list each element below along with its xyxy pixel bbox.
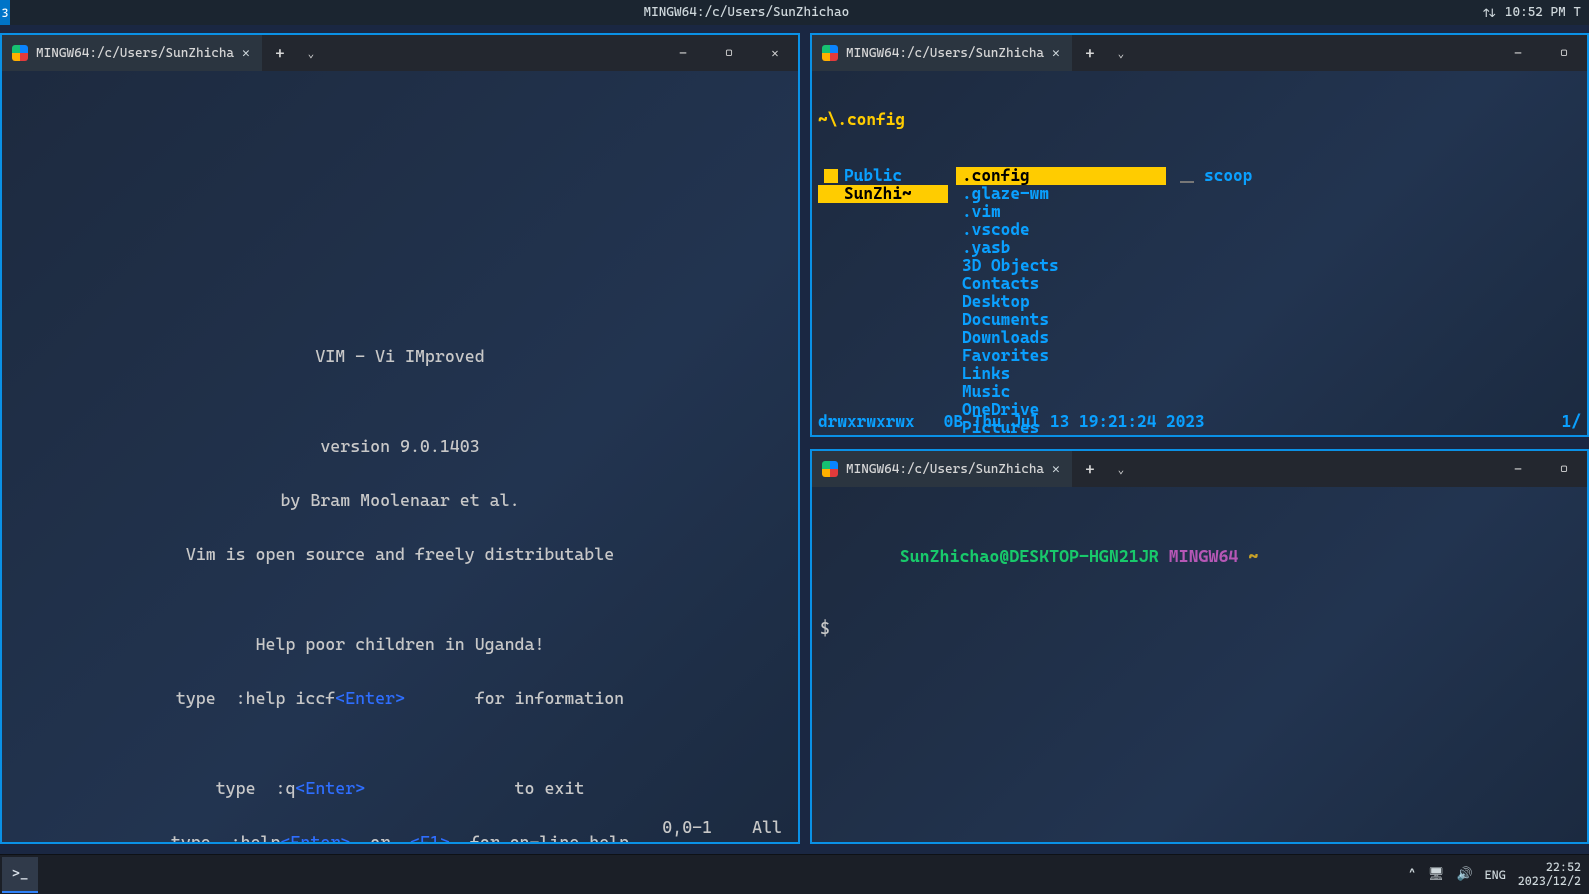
vim-cursor-pos: 0,0-1 xyxy=(662,818,712,836)
tab-vim[interactable]: MINGW64:/c/Users/SunZhicha ✕ xyxy=(2,35,262,71)
list-item[interactable]: Favorites xyxy=(956,347,1166,365)
wm-clock: 10:52 PM T xyxy=(1505,5,1581,20)
tray-volume-icon[interactable]: 🔊 xyxy=(1456,867,1472,882)
shell-prompt-line: SunZhichao@DESKTOP-HGN21JR MINGW64 ~ xyxy=(820,529,1579,583)
tray-chevron-icon[interactable]: ^ xyxy=(1408,867,1416,882)
ranger-preview-column[interactable]: scoop xyxy=(1174,167,1581,435)
list-item[interactable]: Music xyxy=(956,383,1166,401)
vim-line: VIM - Vi IMproved xyxy=(2,347,798,365)
new-tab-button[interactable]: + xyxy=(262,44,298,63)
ranger-status-left: drwxrwxrwx 0B Thu Jul 13 19:21:24 2023 xyxy=(818,413,1205,431)
list-item[interactable]: Downloads xyxy=(956,329,1166,347)
vim-line: type :help iccf<Enter> for information xyxy=(2,689,798,707)
minimize-button[interactable]: — xyxy=(660,35,706,71)
vim-buffer[interactable]: VIM - Vi IMproved version 9.0.1403 by Br… xyxy=(2,71,798,842)
list-item[interactable]: .yasb xyxy=(956,239,1166,257)
list-item[interactable]: SunZhi~ xyxy=(818,185,948,203)
list-item[interactable]: .config xyxy=(956,167,1166,185)
terminal-icon: >_ xyxy=(12,866,28,882)
terminal-app-icon xyxy=(12,45,28,61)
ranger-path: ~\.config xyxy=(818,111,1581,129)
maximize-button[interactable]: ▢ xyxy=(1541,35,1587,71)
titlebar: MINGW64:/c/Users/SunZhicha ✕ + ⌄ — ▢ xyxy=(812,35,1587,71)
vim-line: version 9.0.1403 xyxy=(2,437,798,455)
list-item[interactable]: Desktop xyxy=(956,293,1166,311)
close-tab-icon[interactable]: ✕ xyxy=(242,46,250,61)
close-tab-icon[interactable]: ✕ xyxy=(1052,462,1060,477)
list-item[interactable]: Public xyxy=(818,167,948,185)
tab-menu-button[interactable]: ⌄ xyxy=(298,47,324,60)
ranger-view[interactable]: ~\.config PublicSunZhi~ .config.glaze-wm… xyxy=(812,71,1587,435)
tab-ranger[interactable]: MINGW64:/c/Users/SunZhicha ✕ xyxy=(812,35,1072,71)
tab-title: MINGW64:/c/Users/SunZhicha xyxy=(846,46,1044,61)
tray-language[interactable]: ENG xyxy=(1485,868,1506,882)
list-item[interactable]: 3D Objects xyxy=(956,257,1166,275)
new-tab-button[interactable]: + xyxy=(1072,44,1108,63)
tab-shell[interactable]: MINGW64:/c/Users/SunZhicha ✕ xyxy=(812,451,1072,487)
terminal-app-icon xyxy=(822,45,838,61)
vim-line: Vim is open source and freely distributa… xyxy=(2,545,798,563)
wm-workspace-badge[interactable]: 3 xyxy=(0,0,10,25)
list-item[interactable]: .vim xyxy=(956,203,1166,221)
wm-bar: 3 MINGW64:/c/Users/SunZhichao ↑↓ 10:52 P… xyxy=(0,0,1589,25)
maximize-button[interactable]: ▢ xyxy=(1541,451,1587,487)
ranger-current-column[interactable]: .config.glaze-wm.vim.vscode.yasb3D Objec… xyxy=(956,167,1166,435)
ranger-parent-column[interactable]: PublicSunZhi~ xyxy=(818,167,948,435)
close-window-button[interactable]: ✕ xyxy=(752,35,798,71)
list-item[interactable]: .glaze-wm xyxy=(956,185,1166,203)
list-item[interactable]: Contacts xyxy=(956,275,1166,293)
tab-title: MINGW64:/c/Users/SunZhicha xyxy=(846,462,1044,477)
minimize-button[interactable]: — xyxy=(1495,35,1541,71)
tab-menu-button[interactable]: ⌄ xyxy=(1108,463,1134,476)
titlebar: MINGW64:/c/Users/SunZhicha ✕ + ⌄ — ▢ xyxy=(812,451,1587,487)
close-tab-icon[interactable]: ✕ xyxy=(1052,46,1060,61)
list-item[interactable]: Links xyxy=(956,365,1166,383)
shell-body[interactable]: SunZhichao@DESKTOP-HGN21JR MINGW64 ~ $ xyxy=(812,487,1587,842)
workspace: MINGW64:/c/Users/SunZhicha ✕ + ⌄ — ▢ ✕ V… xyxy=(0,25,1589,854)
vim-line: by Bram Moolenaar et al. xyxy=(2,491,798,509)
vim-line: Help poor children in Uganda! xyxy=(2,635,798,653)
vim-line: type :q<Enter> to exit xyxy=(2,779,798,797)
list-item[interactable]: .vscode xyxy=(956,221,1166,239)
taskbar: >_ ^ 🖥 🔊 ENG 22:52 2023/12/2 xyxy=(0,854,1589,894)
network-activity-icon: ↑↓ xyxy=(1483,6,1495,20)
list-item[interactable]: Documents xyxy=(956,311,1166,329)
ranger-status-right: 1/ xyxy=(1562,413,1581,431)
system-tray: ^ 🖥 🔊 ENG 22:52 2023/12/2 xyxy=(1408,861,1589,887)
terminal-window-vim: MINGW64:/c/Users/SunZhicha ✕ + ⌄ — ▢ ✕ V… xyxy=(0,33,800,844)
wm-title: MINGW64:/c/Users/SunZhichao xyxy=(10,5,1483,20)
titlebar: MINGW64:/c/Users/SunZhicha ✕ + ⌄ — ▢ ✕ xyxy=(2,35,798,71)
list-item[interactable]: scoop xyxy=(1174,167,1581,185)
minimize-button[interactable]: — xyxy=(1495,451,1541,487)
terminal-window-shell: MINGW64:/c/Users/SunZhicha ✕ + ⌄ — ▢ Sun… xyxy=(810,449,1589,844)
taskbar-terminal-button[interactable]: >_ xyxy=(2,857,38,893)
terminal-window-ranger: MINGW64:/c/Users/SunZhicha ✕ + ⌄ — ▢ ~\.… xyxy=(810,33,1589,437)
tray-display-icon[interactable]: 🖥 xyxy=(1428,867,1445,882)
shell-prompt-char: $ xyxy=(820,619,1579,637)
terminal-app-icon xyxy=(822,461,838,477)
new-tab-button[interactable]: + xyxy=(1072,460,1108,479)
tab-menu-button[interactable]: ⌄ xyxy=(1108,47,1134,60)
tray-clock[interactable]: 22:52 2023/12/2 xyxy=(1518,861,1581,887)
vim-scroll-pct: All xyxy=(752,818,782,836)
maximize-button[interactable]: ▢ xyxy=(706,35,752,71)
tab-title: MINGW64:/c/Users/SunZhicha xyxy=(36,46,234,61)
